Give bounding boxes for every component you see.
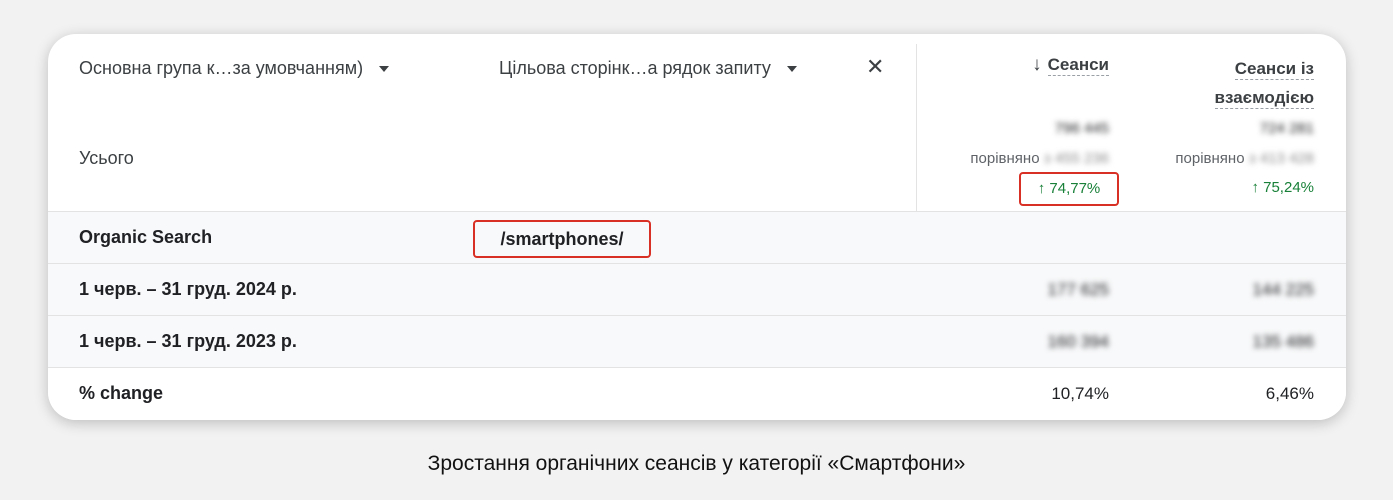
total-sessions-change: ↑ 74,77% — [1019, 172, 1119, 206]
total-engaged-value: 724 281 — [1259, 120, 1314, 137]
row-label: % change — [79, 383, 164, 403]
table-row: 1 черв. – 31 груд. 2023 р. 160 394 135 4… — [48, 315, 1346, 368]
table-row: 1 черв. – 31 груд. 2024 р. 177 625 144 2… — [48, 263, 1346, 316]
compare-prefix: порівняно — [970, 150, 1040, 167]
row-label: 1 черв. – 31 груд. 2023 р. — [79, 331, 297, 351]
compare-value: з 455 236 — [1043, 150, 1109, 167]
caret-down-icon[interactable] — [786, 65, 797, 72]
caret-down-icon[interactable] — [379, 65, 390, 72]
total-engaged-compare: порівняно з 413 428 — [1175, 150, 1314, 167]
landing-page-value: /smartphones/ — [473, 220, 651, 258]
row-label: Organic Search — [79, 227, 213, 247]
metric-header-sessions[interactable]: ↓ Сеанси — [1032, 54, 1109, 76]
metric-header-label-line2: взаємодією — [1214, 88, 1314, 109]
total-engaged-change: ↑ 75,24% — [1251, 179, 1314, 196]
total-sessions-value: 796 445 — [1054, 120, 1109, 137]
row-engaged-value: 144 225 — [1252, 280, 1314, 299]
report-table-card: Основна група к…за умовчанням) Цільова с… — [48, 34, 1346, 420]
arrow-down-icon[interactable]: ↓ — [1032, 54, 1042, 75]
total-sessions-compare: порівняно з 455 236 — [970, 150, 1109, 167]
metric-header-label-line1: Сеанси із — [1234, 59, 1314, 80]
row-sessions-value: 10,74% — [1051, 384, 1109, 403]
compare-value: з 413 428 — [1248, 150, 1314, 167]
table-row: Organic Search /smartphones/ — [48, 211, 1346, 264]
row-engaged-value: 135 486 — [1252, 332, 1314, 351]
dimension-header-primary-group[interactable]: Основна група к…за умовчанням) — [79, 58, 390, 79]
close-icon[interactable]: ✕ — [866, 54, 884, 80]
metric-header-engaged-sessions[interactable]: Сеанси із взаємодією — [1214, 54, 1314, 112]
image-caption: Зростання органічних сеансів у категорії… — [427, 452, 966, 475]
row-label: 1 черв. – 31 груд. 2024 р. — [79, 279, 297, 299]
dimension-header-label: Цільова сторінк…а рядок запиту — [499, 58, 771, 78]
dimension-header-landing-page[interactable]: Цільова сторінк…а рядок запиту — [499, 58, 797, 79]
total-label: Усього — [79, 148, 134, 168]
metric-header-label: Сеанси — [1047, 55, 1109, 76]
dimension-header-label: Основна група к…за умовчанням) — [79, 58, 364, 78]
row-engaged-value: 6,46% — [1265, 384, 1314, 403]
compare-prefix: порівняно — [1175, 150, 1245, 167]
table-row: % change 10,74% 6,46% — [48, 367, 1346, 420]
row-sessions-value: 160 394 — [1047, 332, 1109, 351]
row-sessions-value: 177 625 — [1047, 280, 1109, 299]
